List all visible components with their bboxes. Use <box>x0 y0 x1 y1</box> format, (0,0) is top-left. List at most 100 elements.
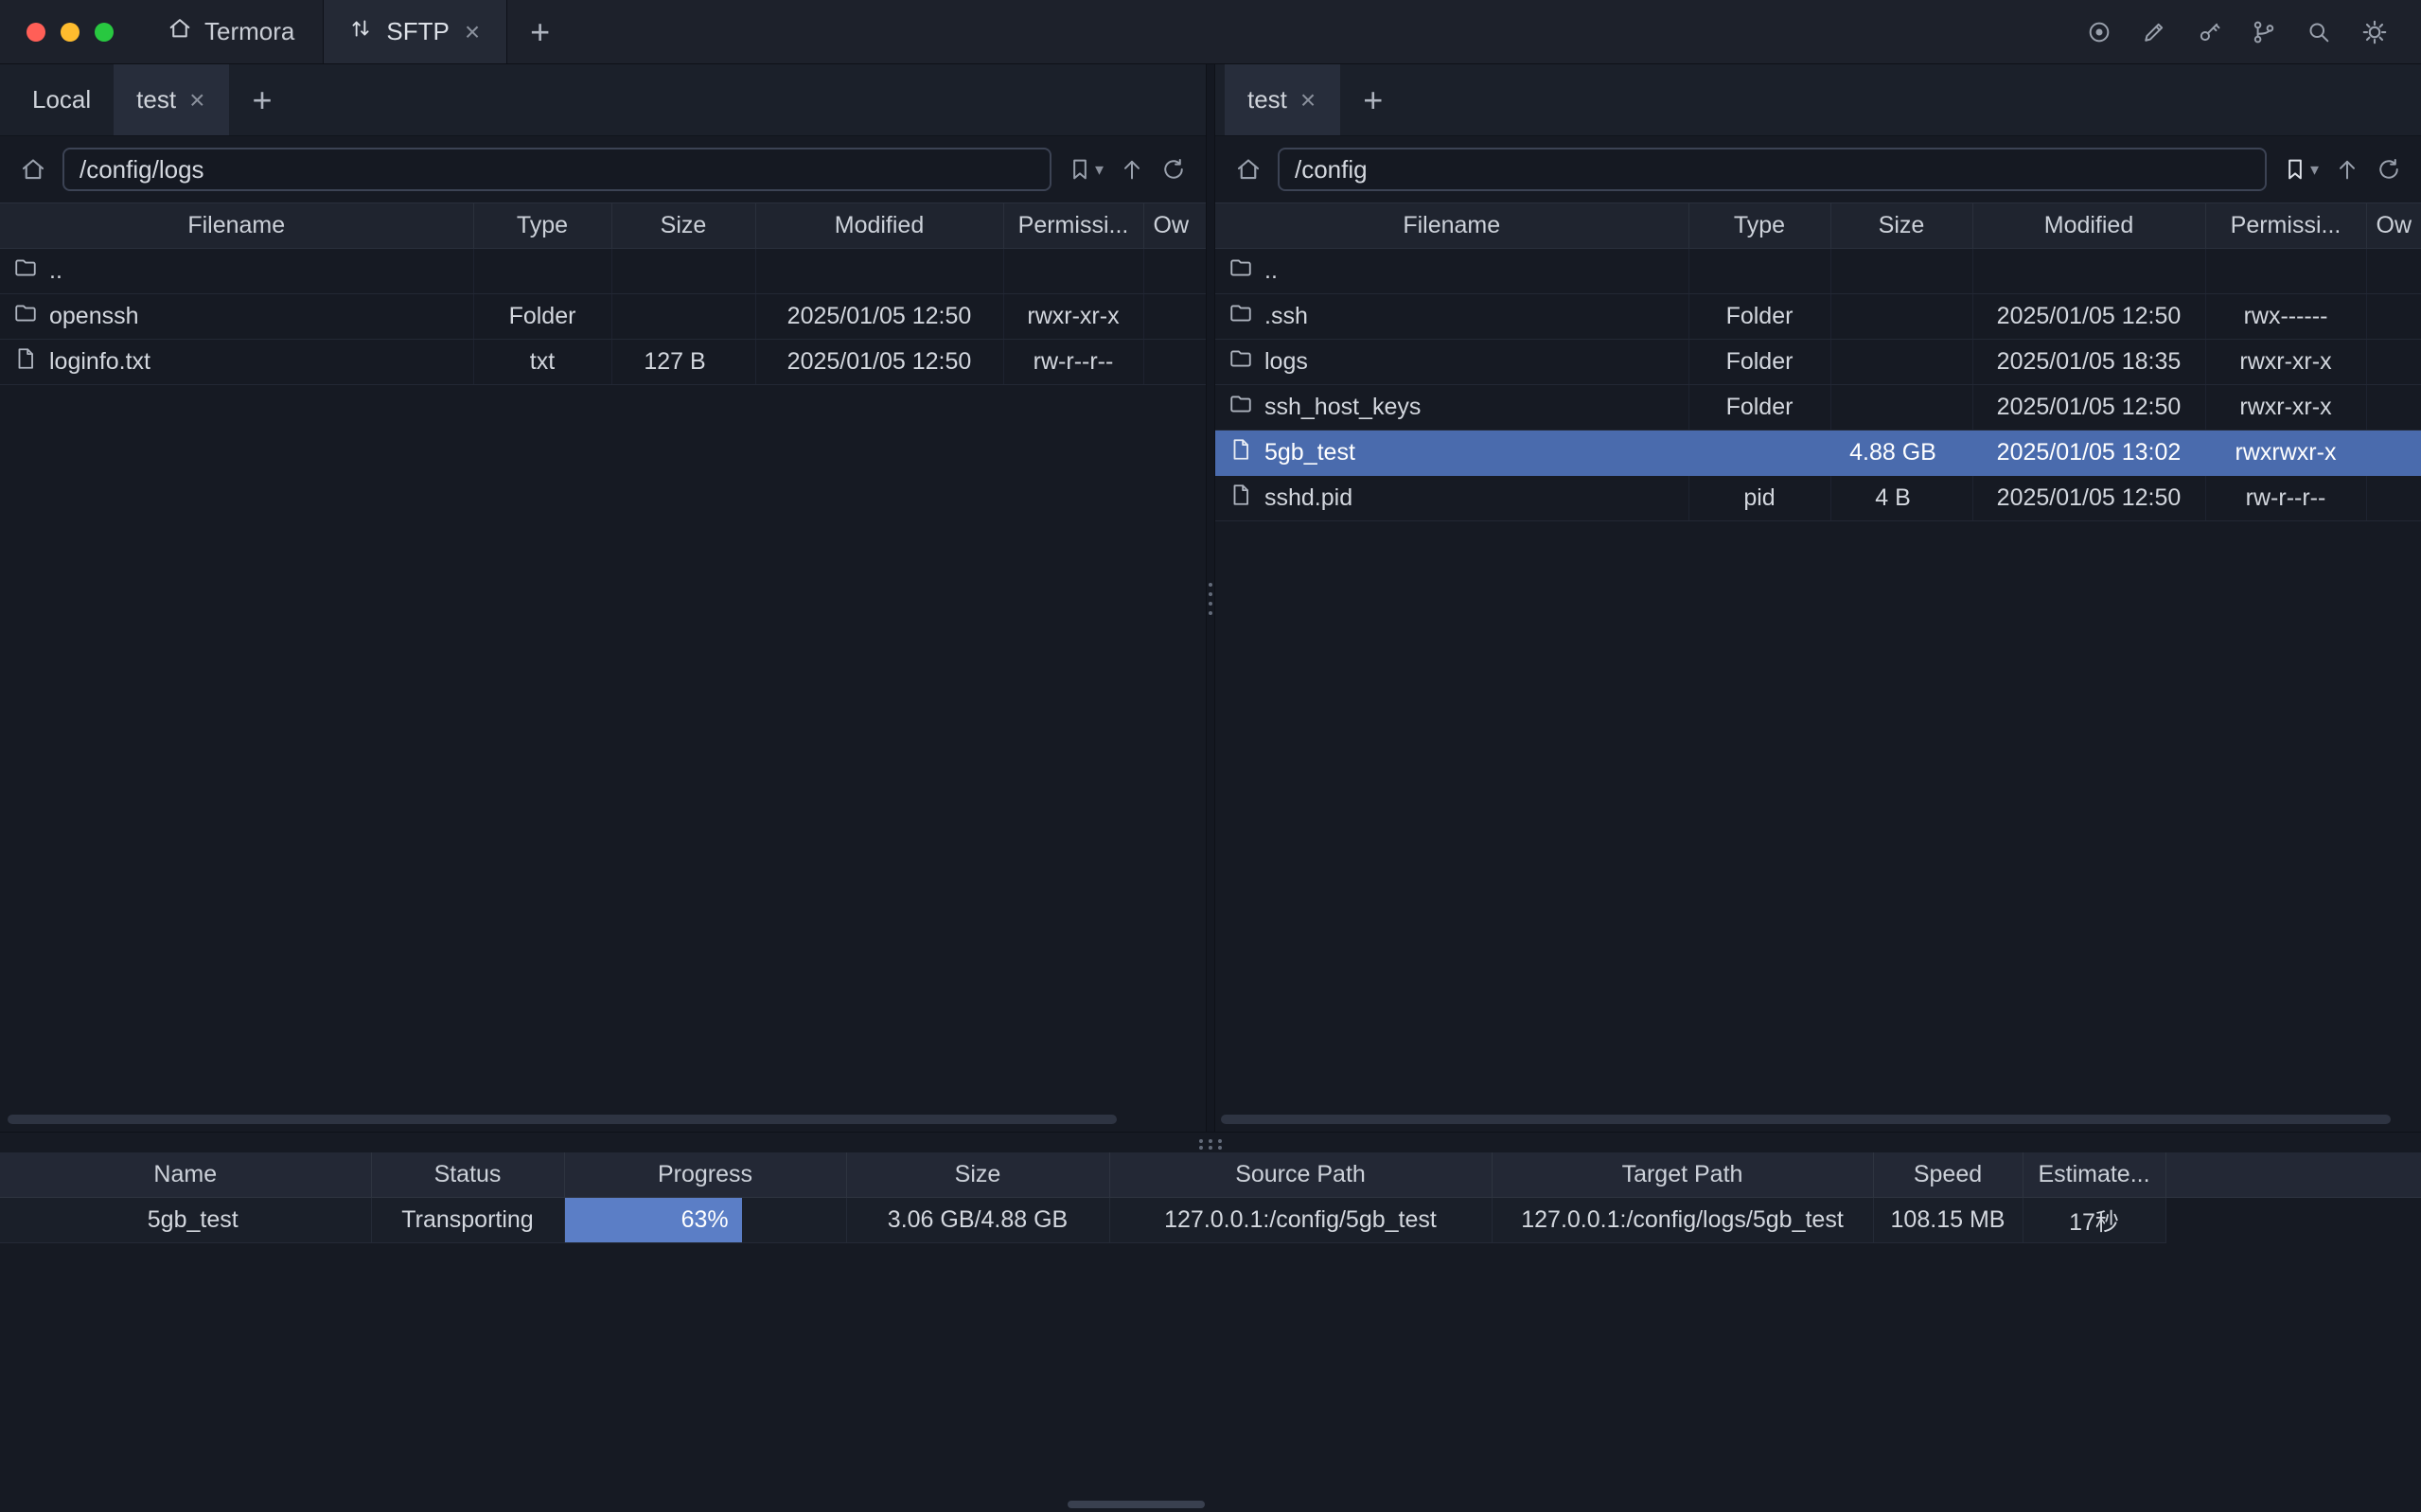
bookmark-icon[interactable]: ▾ <box>2282 156 2319 183</box>
table-row[interactable]: loginfo.txt txt 127 B 2025/01/05 12:50 r… <box>0 340 1206 385</box>
file-owner <box>2366 249 2421 294</box>
new-tab-button[interactable]: + <box>507 0 573 63</box>
tab-test-right[interactable]: test × <box>1225 64 1340 135</box>
file-type <box>1688 431 1830 476</box>
key-icon[interactable] <box>2196 19 2222 45</box>
table-row[interactable]: openssh Folder 2025/01/05 12:50 rwxr-xr-… <box>0 294 1206 340</box>
column-filename[interactable]: Filename <box>0 203 473 249</box>
left-new-tab-button[interactable]: + <box>229 80 294 120</box>
file-icon <box>13 346 38 378</box>
close-icon[interactable]: × <box>187 87 206 114</box>
file-modified: 2025/01/05 12:50 <box>755 340 1003 385</box>
gear-icon[interactable] <box>2360 18 2389 46</box>
chevron-down-icon[interactable]: ▾ <box>2310 160 2319 180</box>
folder-icon <box>1228 392 1253 423</box>
close-icon[interactable]: × <box>463 19 482 45</box>
column-size[interactable]: Size <box>1830 203 1972 249</box>
maximize-window-button[interactable] <box>95 23 114 42</box>
edit-icon[interactable] <box>2141 19 2167 45</box>
right-horizontal-scrollbar[interactable] <box>1221 1115 2391 1124</box>
column-type[interactable]: Type <box>1688 203 1830 249</box>
file-owner <box>2366 476 2421 521</box>
table-row-selected[interactable]: 5gb_test 4.88 GB 2025/01/05 13:02 rwxrwx… <box>1215 431 2421 476</box>
column-permissions[interactable]: Permissi... <box>2205 203 2366 249</box>
column-owner[interactable]: Ow <box>2366 203 2421 249</box>
table-row[interactable]: .ssh Folder 2025/01/05 12:50 rwx------ <box>1215 294 2421 340</box>
transfer-name: 5gb_test <box>0 1198 371 1243</box>
progress-label: 63% <box>681 1206 729 1234</box>
table-row[interactable]: .. <box>1215 249 2421 294</box>
file-size: 127 B <box>611 340 755 385</box>
column-target-path[interactable]: Target Path <box>1492 1152 1873 1198</box>
transfer-table: Name Status Progress Size Source Path Ta… <box>0 1152 2421 1244</box>
file-name: logs <box>1264 348 1308 376</box>
table-row[interactable]: ssh_host_keys Folder 2025/01/05 12:50 rw… <box>1215 385 2421 431</box>
column-status[interactable]: Status <box>371 1152 564 1198</box>
folder-icon <box>13 255 38 287</box>
file-size <box>611 249 755 294</box>
file-type: Folder <box>1688 294 1830 340</box>
home-icon[interactable] <box>1234 155 1263 184</box>
file-name: sshd.pid <box>1264 484 1352 512</box>
column-size[interactable]: Size <box>611 203 755 249</box>
table-row[interactable]: sshd.pid pid 4 B 2025/01/05 12:50 rw-r--… <box>1215 476 2421 521</box>
tab-termora[interactable]: Termora <box>138 0 323 63</box>
file-type <box>1688 249 1830 294</box>
transfer-divider-handle[interactable] <box>0 1132 2421 1152</box>
split-divider-handle[interactable] <box>1206 64 1215 1132</box>
arrow-up-icon[interactable] <box>1119 156 1145 183</box>
file-owner <box>2366 340 2421 385</box>
column-type[interactable]: Type <box>473 203 611 249</box>
refresh-icon[interactable] <box>1160 156 1187 183</box>
file-name: ssh_host_keys <box>1264 394 1421 421</box>
sftp-arrows-icon <box>348 16 373 47</box>
column-speed[interactable]: Speed <box>1873 1152 2023 1198</box>
table-row[interactable]: logs Folder 2025/01/05 18:35 rwxr-xr-x <box>1215 340 2421 385</box>
file-permissions: rwxr-xr-x <box>2205 340 2366 385</box>
column-modified[interactable]: Modified <box>1972 203 2205 249</box>
titlebar-actions <box>2086 0 2421 63</box>
close-window-button[interactable] <box>27 23 45 42</box>
file-owner <box>1143 249 1206 294</box>
column-estimate[interactable]: Estimate... <box>2023 1152 2165 1198</box>
column-modified[interactable]: Modified <box>755 203 1003 249</box>
tab-test-left[interactable]: test × <box>114 64 229 135</box>
minimize-window-button[interactable] <box>61 23 80 42</box>
chevron-down-icon[interactable]: ▾ <box>1095 160 1104 180</box>
file-owner <box>2366 431 2421 476</box>
table-row[interactable]: .. <box>0 249 1206 294</box>
file-owner <box>1143 294 1206 340</box>
column-progress[interactable]: Progress <box>564 1152 846 1198</box>
branch-icon[interactable] <box>2251 19 2277 45</box>
refresh-icon[interactable] <box>2376 156 2402 183</box>
left-path-input[interactable] <box>62 148 1051 191</box>
transfer-horizontal-scrollbar[interactable] <box>1068 1501 1205 1508</box>
file-type: Folder <box>1688 340 1830 385</box>
column-name[interactable]: Name <box>0 1152 371 1198</box>
file-name: .ssh <box>1264 303 1308 330</box>
tab-local[interactable]: Local <box>9 64 114 135</box>
file-modified: 2025/01/05 12:50 <box>1972 294 2205 340</box>
bookmark-icon[interactable]: ▾ <box>1067 156 1104 183</box>
column-permissions[interactable]: Permissi... <box>1003 203 1143 249</box>
column-source-path[interactable]: Source Path <box>1109 1152 1492 1198</box>
column-owner[interactable]: Ow <box>1143 203 1206 249</box>
column-filename[interactable]: Filename <box>1215 203 1688 249</box>
tab-test-left-label: test <box>136 85 176 114</box>
record-icon[interactable] <box>2086 19 2112 45</box>
search-icon[interactable] <box>2306 19 2332 45</box>
left-horizontal-scrollbar[interactable] <box>8 1115 1117 1124</box>
file-permissions: rwx------ <box>2205 294 2366 340</box>
right-panel-empty-area <box>1215 521 2421 1132</box>
app-window: Termora SFTP × + <box>0 0 2421 1512</box>
right-path-input[interactable] <box>1278 148 2267 191</box>
transfer-status: Transporting <box>371 1198 564 1243</box>
file-owner <box>1143 340 1206 385</box>
column-size[interactable]: Size <box>846 1152 1109 1198</box>
home-icon[interactable] <box>19 155 47 184</box>
arrow-up-icon[interactable] <box>2334 156 2360 183</box>
tab-sftp[interactable]: SFTP × <box>323 0 507 63</box>
close-icon[interactable]: × <box>1299 87 1317 114</box>
right-new-tab-button[interactable]: + <box>1340 80 1405 120</box>
transfer-row[interactable]: 5gb_test Transporting 63% 3.06 GB/4.88 G… <box>0 1198 2421 1243</box>
